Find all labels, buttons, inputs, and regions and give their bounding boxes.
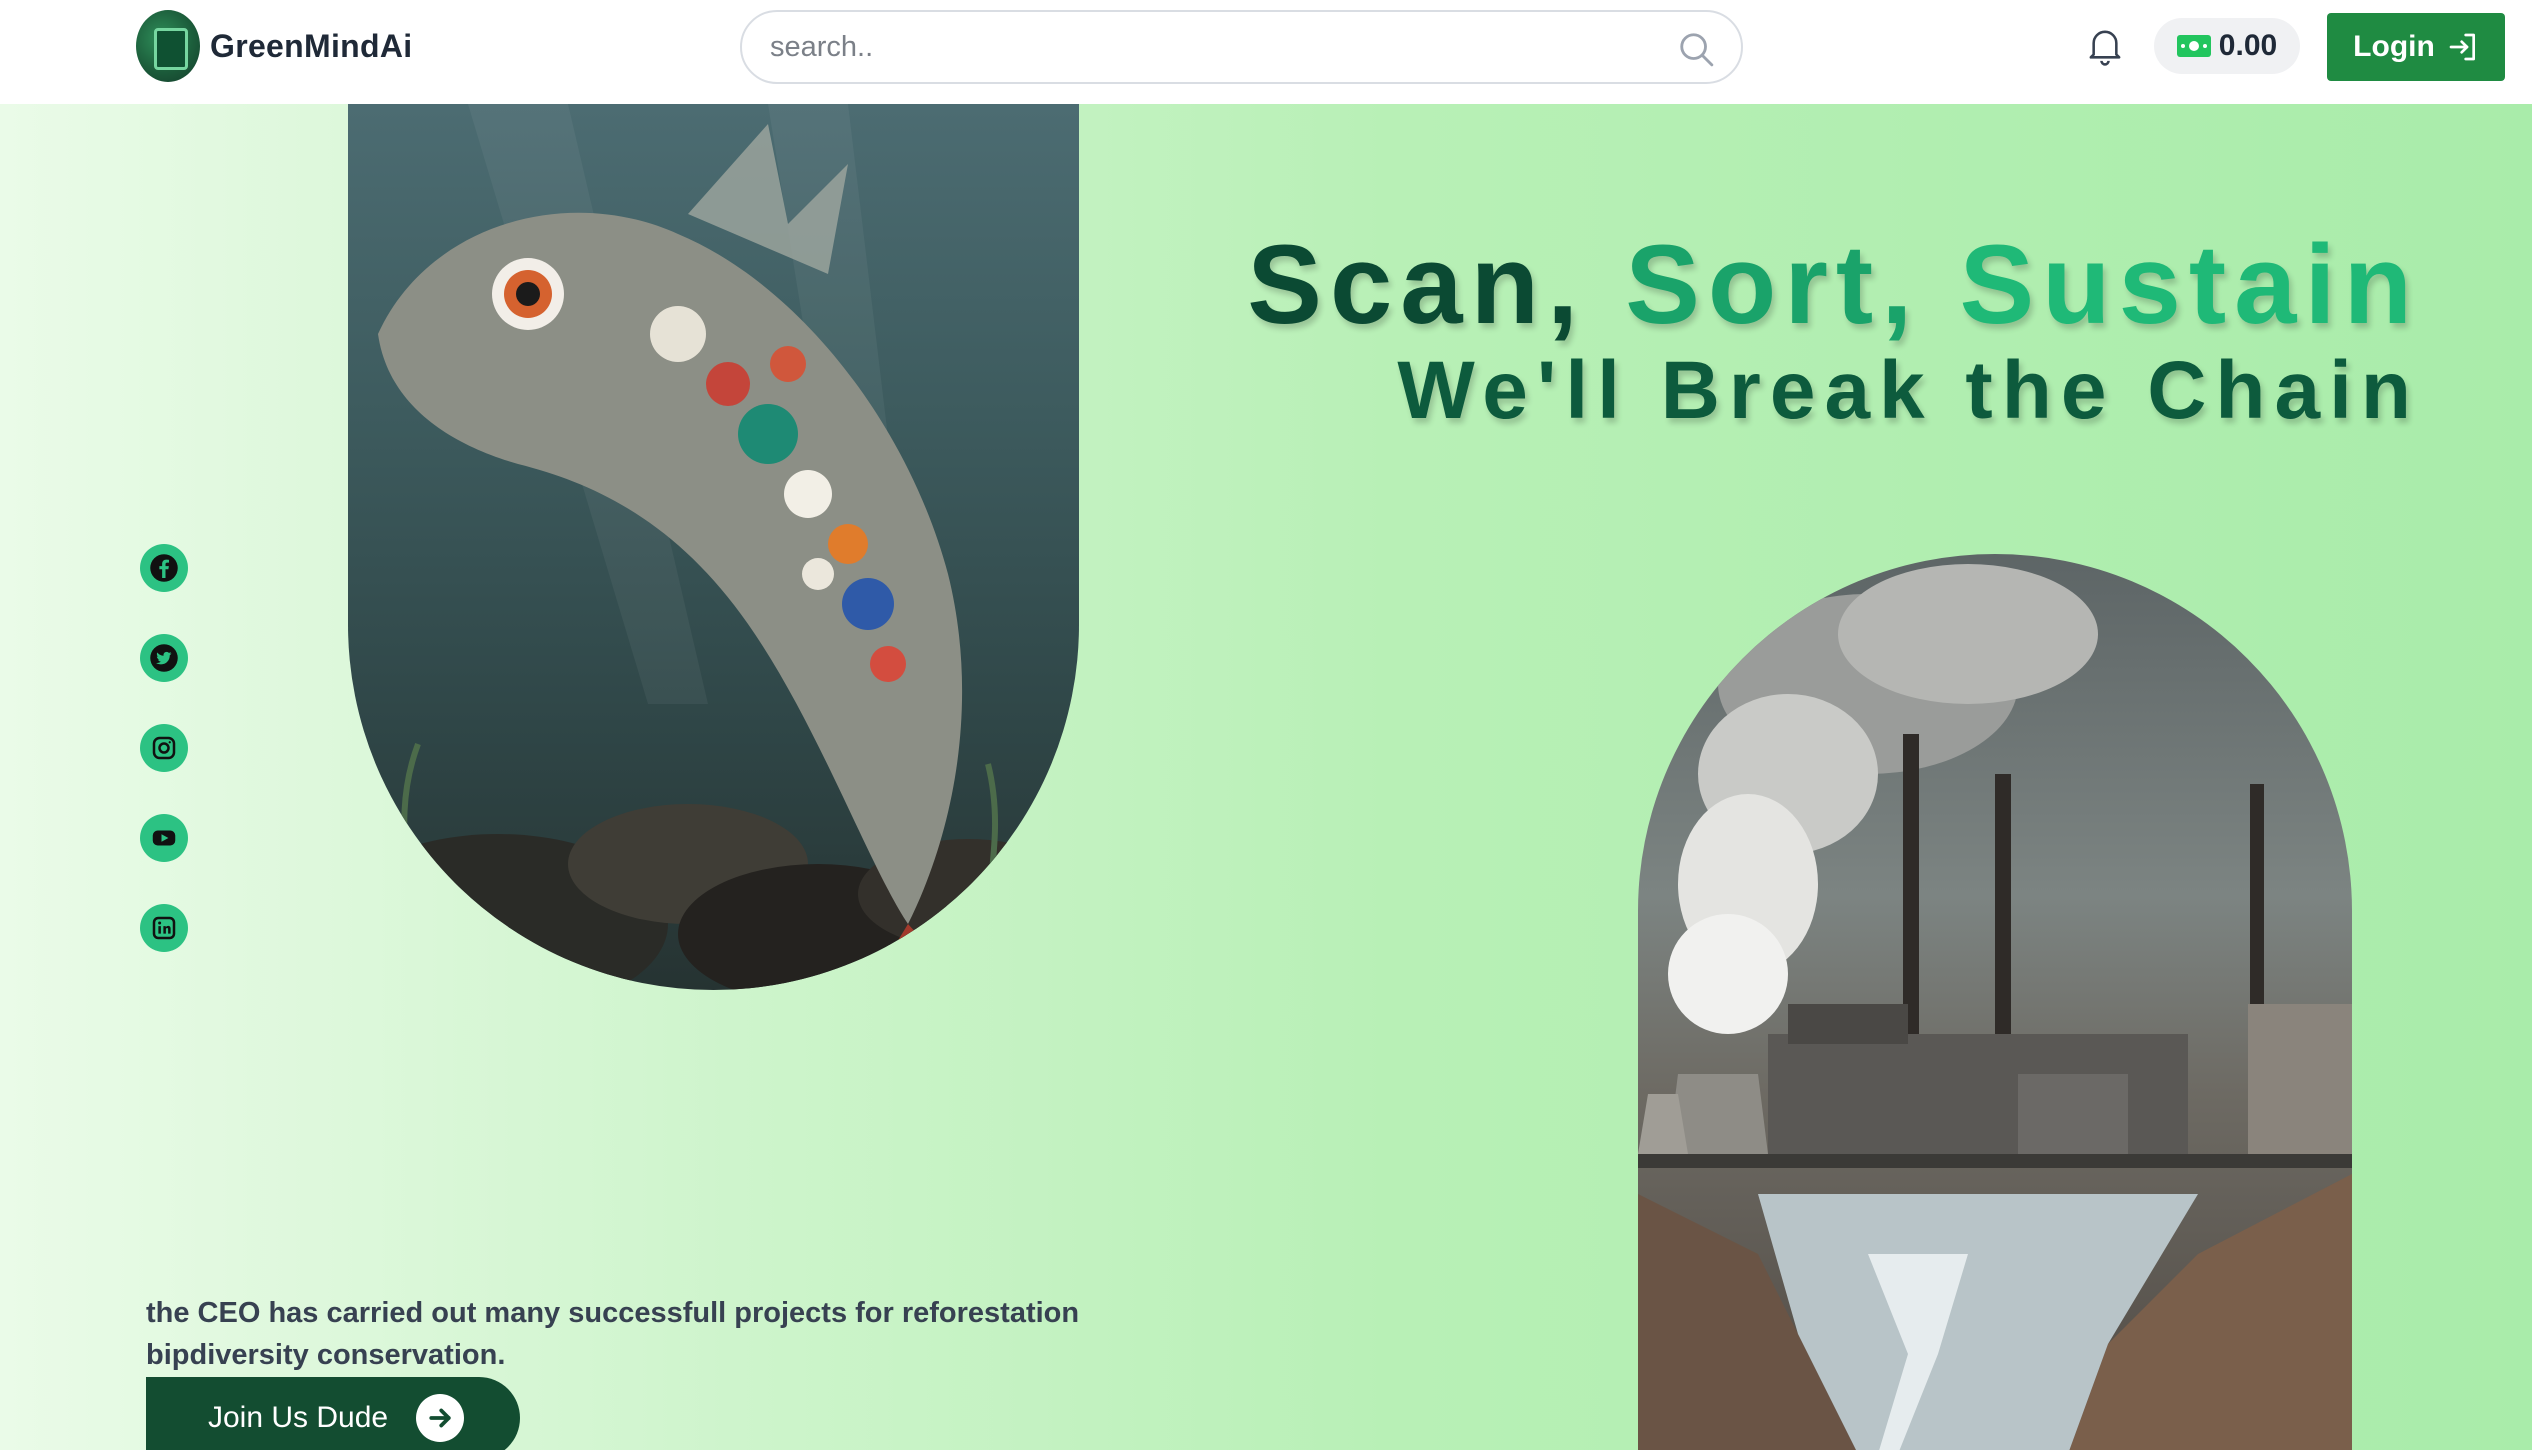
bell-icon[interactable] [2088, 26, 2122, 66]
headline-word-sort: Sort, [1625, 222, 1921, 347]
login-label: Login [2353, 30, 2435, 63]
polluting-factory-image [1638, 554, 2352, 1450]
ceo-description: the CEO has carried out many successfull… [146, 1297, 1080, 1371]
cash-icon [2176, 35, 2211, 57]
wallet-amount: 0.00 [2218, 29, 2278, 62]
join-us-button[interactable]: Join Us Dude [146, 1377, 520, 1450]
fish-illustration [348, 104, 1078, 990]
hero-section: Scan, Sort, Sustain We'll Break the Chai… [0, 104, 2532, 1450]
headline-word-scan: Scan, [1247, 222, 1587, 347]
youtube-icon [152, 830, 176, 846]
logo-icon [136, 10, 200, 82]
youtube-link[interactable] [140, 814, 188, 862]
arrow-right-icon [416, 1394, 465, 1442]
factory-illustration [1638, 564, 2352, 1450]
headline-word-sustain: Sustain [1959, 222, 2420, 347]
facebook-link[interactable] [140, 544, 188, 592]
join-us-label: Join Us Dude [208, 1401, 389, 1434]
linkedin-icon [152, 916, 176, 940]
social-links [140, 544, 188, 952]
brand-logo[interactable]: GreenMindAi [136, 10, 412, 82]
instagram-link[interactable] [140, 724, 188, 772]
plastic-fish-image [348, 104, 1079, 990]
hero-headline: Scan, Sort, Sustain [1247, 220, 2420, 349]
top-navbar: GreenMindAi 0.00 Login [0, 0, 2532, 104]
login-button[interactable]: Login [2327, 13, 2505, 81]
search-bar [740, 10, 1743, 84]
linkedin-link[interactable] [140, 904, 188, 952]
hero-subheadline: We'll Break the Chain [1397, 345, 2420, 436]
login-arrow-icon [2449, 33, 2475, 61]
wallet-balance[interactable]: 0.00 [2154, 18, 2300, 74]
facebook-icon [150, 554, 178, 582]
twitter-link[interactable] [140, 634, 188, 682]
brand-name: GreenMindAi [210, 27, 413, 64]
search-input[interactable] [770, 22, 1650, 72]
search-icon[interactable] [1677, 30, 1715, 68]
instagram-icon [152, 736, 176, 760]
twitter-icon [150, 644, 178, 672]
